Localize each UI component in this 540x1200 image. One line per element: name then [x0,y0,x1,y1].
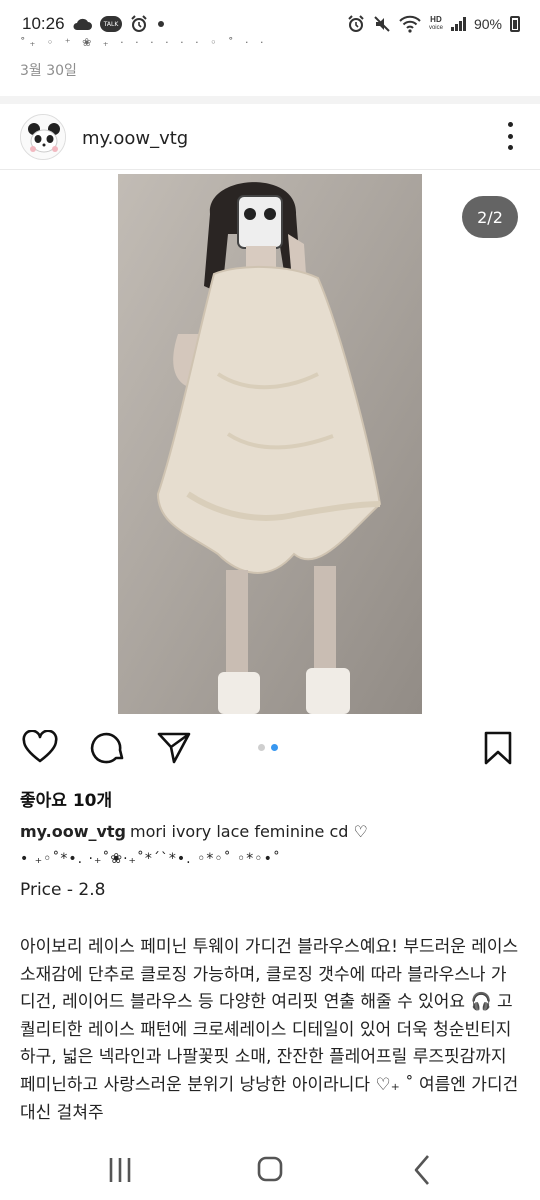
recent-apps-icon[interactable] [100,1152,140,1188]
post-photo [118,174,422,714]
post-username[interactable]: my.oow_vtg [82,128,188,149]
status-notification-icons: TALK [72,15,166,33]
signal-icon [450,17,466,31]
caption-username[interactable]: my.oow_vtg [20,822,126,841]
avatar[interactable] [20,114,66,160]
post-separator [0,96,540,104]
caption-first-line: my.oow_vtg mori ivory lace feminine cd ♡ [20,822,368,841]
alarm-icon [131,15,147,32]
caption-title: mori ivory lace feminine cd ♡ [130,822,368,841]
alarm-icon [348,15,364,32]
dot-icon [158,21,164,27]
status-time: 10:26 [22,14,65,33]
share-icon[interactable] [156,730,192,766]
home-icon[interactable] [250,1152,290,1188]
cloud-icon [73,18,92,30]
lace-dress-photo [118,174,422,714]
status-system-icons: HD voice 90% [347,15,520,33]
likes-count[interactable]: 좋아요 10개 [20,786,112,811]
carousel-indicator [258,744,278,751]
voice-label: voice [428,25,443,31]
battery-percent: 90% [473,16,502,32]
mute-icon [374,16,390,32]
post-actions [0,720,540,776]
image-counter: 2/2 [462,196,518,238]
panda-avatar-image [21,115,65,159]
caption-price: Price - 2.8 [20,880,106,900]
system-nav-bar [0,1140,540,1200]
wifi-icon [399,15,421,33]
heart-icon[interactable] [22,730,58,766]
comment-icon[interactable] [90,730,126,766]
caption-body: 아이보리 레이스 페미닌 투웨이 가디건 블라우스예요! 부드러운 레이스 소재… [20,937,519,1123]
caption-decoration: • ₊◦˚*•. ·₊˚❀·₊˚*ˊˋ*•. ◦*◦˚ ◦*◦•˚ [20,851,281,867]
previous-post-date: 3월 30일 [20,63,77,79]
post-header: my.oow_vtg [0,108,540,170]
post-media[interactable]: 2/2 [0,172,540,716]
hd-voice-icon: HD voice [429,16,443,32]
previous-post-caption-tail: ˚₊ ◦ ⁺ ❀ ₊ · · · · · · ◦ ˚ · · [20,36,268,46]
carousel-dot-active [271,744,278,751]
more-icon[interactable] [502,122,518,150]
talk-icon: TALK [100,16,122,32]
carousel-dot [258,744,265,751]
battery-icon [510,16,520,32]
bookmark-icon[interactable] [480,730,516,766]
back-icon[interactable] [402,1152,442,1188]
hd-label: HD [430,15,442,24]
